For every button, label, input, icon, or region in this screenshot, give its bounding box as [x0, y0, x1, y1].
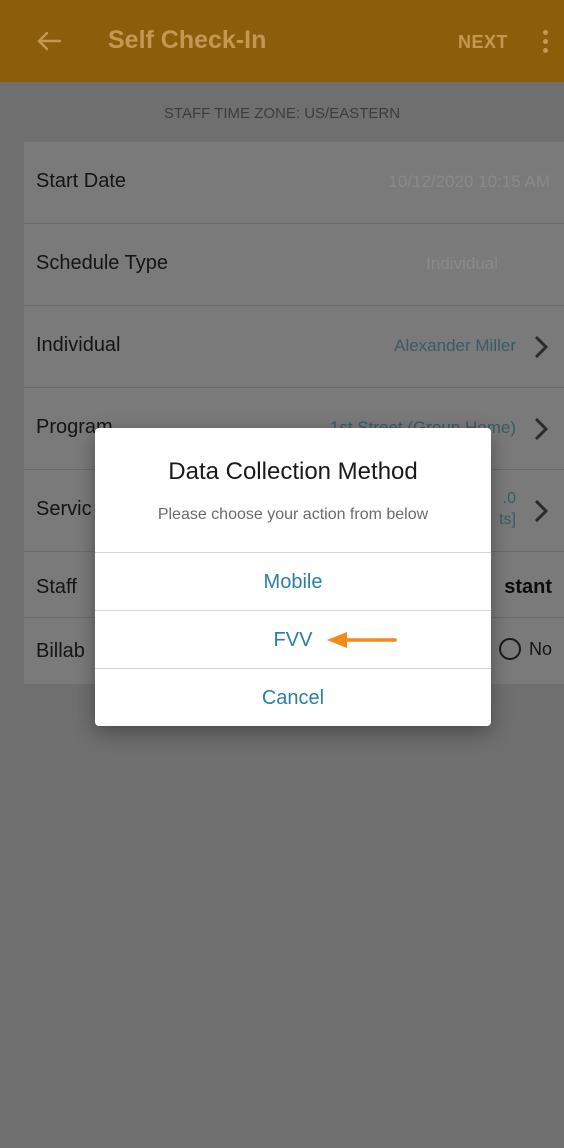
service-value: .0 ts]: [499, 488, 516, 530]
fvv-option-button[interactable]: FVV: [95, 610, 491, 668]
schedule-type-label: Schedule Type: [36, 252, 168, 274]
start-date-row[interactable]: Start Date 10/12/2020 10:15 AM: [24, 142, 564, 224]
cancel-option-button[interactable]: Cancel: [95, 668, 491, 726]
individual-row[interactable]: Individual Alexander Miller: [24, 306, 564, 388]
chevron-right-icon: [534, 417, 549, 441]
dialog-title: Data Collection Method: [168, 458, 418, 485]
service-value-line2: ts]: [499, 511, 516, 528]
chevron-right-icon: [534, 499, 549, 523]
individual-label: Individual: [36, 334, 121, 356]
service-value-line1: .0: [502, 490, 516, 507]
dialog-subtitle: Please choose your action from below: [157, 506, 429, 523]
start-date-label: Start Date: [36, 170, 127, 192]
billable-no-label: No: [528, 638, 552, 659]
schedule-type-value: Individual: [426, 254, 498, 273]
service-label: Servic: [36, 498, 92, 520]
billable-no-radio[interactable]: No: [498, 638, 552, 660]
mobile-option-button[interactable]: Mobile: [95, 552, 491, 610]
individual-value: Alexander Miller: [394, 336, 516, 355]
more-vertical-icon[interactable]: [538, 30, 552, 56]
staff-label: Staff: [36, 576, 77, 598]
schedule-type-row[interactable]: Schedule Type Individual: [24, 224, 564, 306]
staff-value: stant: [504, 576, 552, 598]
orange-arrow-icon: [327, 632, 397, 648]
data-collection-dialog: Data Collection Method Please choose you…: [95, 428, 491, 726]
billable-label: Billab: [36, 640, 85, 662]
chevron-right-icon: [534, 335, 549, 359]
next-button[interactable]: NEXT: [458, 32, 508, 53]
page-title: Self Check-In: [108, 26, 267, 54]
arrow-left-icon[interactable]: [36, 28, 62, 54]
app-bar: Self Check-In NEXT: [0, 0, 564, 82]
staff-timezone: STAFF TIME ZONE: US/EASTERN: [163, 105, 401, 122]
start-date-value: 10/12/2020 10:15 AM: [388, 172, 550, 191]
radio-circle-icon: [498, 638, 521, 660]
